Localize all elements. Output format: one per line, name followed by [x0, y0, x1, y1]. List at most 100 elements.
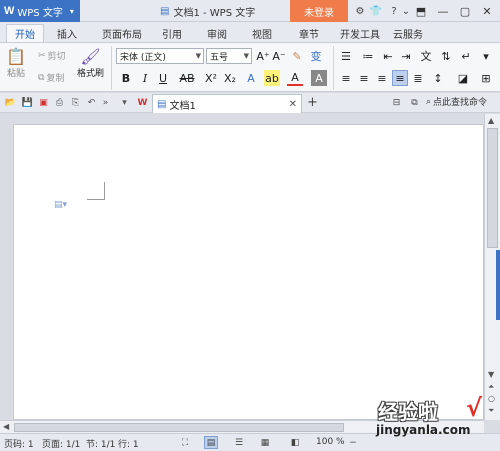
document-icon: ▤ [160, 6, 170, 17]
font-size-select[interactable]: 五号 ▼ [206, 48, 252, 64]
side-panel-tab[interactable] [496, 250, 500, 320]
scroll-up-icon[interactable]: ▲ [488, 116, 494, 125]
shading-icon[interactable]: ◪ [455, 70, 471, 86]
page-view-icon[interactable]: ▤ [204, 436, 218, 449]
borders-icon[interactable]: ⊞ [478, 70, 494, 86]
tab-cloud[interactable]: 云服务 [388, 24, 428, 42]
skin-icon[interactable]: 👕 [369, 3, 383, 19]
underline-icon[interactable]: U [155, 70, 171, 86]
new-tab-icon[interactable]: + [306, 95, 319, 110]
maximize-button[interactable]: ▢ [454, 0, 476, 22]
justify-icon[interactable]: ≡ [392, 70, 408, 86]
select-browse-icon[interactable]: ○ [488, 394, 495, 403]
chevron-down-icon[interactable]: ▾ [118, 96, 131, 109]
superscript-icon[interactable]: X² [203, 70, 219, 86]
scroll-left-icon[interactable]: ◀ [3, 422, 9, 431]
row-number: 行: 1 [118, 440, 139, 450]
numbered-list-icon[interactable]: ≔ [360, 48, 376, 64]
search-icon: ⌕ [426, 96, 432, 107]
tab-chapter[interactable]: 章节 [292, 24, 326, 42]
highlight-icon[interactable]: ab [264, 70, 280, 86]
close-tab-icon[interactable]: ✕ [289, 99, 297, 110]
close-button[interactable]: ✕ [476, 0, 498, 22]
zoom-out-icon[interactable]: − [346, 436, 360, 449]
italic-icon[interactable]: I [137, 70, 153, 86]
prev-page-icon[interactable]: ⏶ [488, 382, 494, 392]
shrink-font-icon[interactable]: A⁻ [271, 48, 287, 64]
text-effect-icon[interactable]: A [243, 70, 259, 86]
subscript-icon[interactable]: X₂ [222, 70, 238, 86]
clipboard-icon: 📋 [6, 47, 26, 66]
fullscreen-icon[interactable]: ⛶ [178, 436, 192, 449]
next-page-icon[interactable]: ⏷ [488, 406, 494, 416]
cut-button[interactable]: ✂ 剪切 [38, 49, 66, 63]
clear-format-icon[interactable]: ✎ [289, 48, 305, 64]
distributed-icon[interactable]: ≣ [410, 70, 426, 86]
align-right-icon[interactable]: ≡ [374, 70, 390, 86]
phonetic-icon[interactable]: 变 [308, 48, 324, 64]
bold-icon[interactable]: B [118, 70, 134, 86]
tab-page-layout[interactable]: 页面布局 [96, 24, 148, 42]
tab-list-icon[interactable]: ⊟ [390, 96, 403, 109]
app-name: WPS 文字 [17, 7, 63, 19]
save-icon[interactable]: 💾 [21, 96, 34, 109]
minimize-button[interactable]: — [432, 0, 454, 22]
app-menu-button[interactable]: W WPS 文字 ▾ [0, 0, 80, 22]
tab-home[interactable]: 开始 [6, 24, 44, 42]
open-icon[interactable]: 📂 [4, 96, 17, 109]
divider [333, 46, 334, 90]
paste-button[interactable]: 📋 粘贴 [6, 47, 26, 79]
grow-font-icon[interactable]: A⁺ [255, 48, 271, 64]
dropdown-icon[interactable]: ▾ [478, 48, 494, 64]
align-left-icon[interactable]: ≡ [338, 70, 354, 86]
login-button[interactable]: 未登录 [290, 0, 348, 22]
tab-references[interactable]: 引用 [155, 24, 189, 42]
increase-indent-icon[interactable]: ⇥ [398, 48, 414, 64]
more-icon[interactable]: » [99, 96, 112, 109]
strikethrough-icon[interactable]: AB [177, 70, 197, 86]
line-spacing-icon[interactable]: ↕ [430, 70, 446, 86]
scroll-thumb[interactable] [14, 423, 344, 432]
chinese-layout-icon[interactable]: 文 [418, 48, 434, 64]
restore-icon[interactable]: ⬒ [410, 0, 432, 22]
align-center-icon[interactable]: ≡ [356, 70, 372, 86]
copy-button[interactable]: ⧉ 复制 [38, 71, 64, 85]
char-shading-icon[interactable]: A [311, 70, 327, 86]
format-painter-button[interactable]: 🖌 格式刷 [77, 47, 104, 79]
scroll-thumb[interactable] [487, 128, 498, 248]
font-name-select[interactable]: 宋体 (正文) ▼ [116, 48, 204, 64]
wps-logo-icon[interactable]: W [136, 96, 149, 109]
page-count: 页面: 1/1 [42, 440, 81, 450]
tab-insert[interactable]: 插入 [50, 24, 84, 42]
export-pdf-icon[interactable]: ▣ [37, 96, 50, 109]
outline-view-icon[interactable]: ☰ [232, 436, 246, 449]
settings-icon[interactable]: ⚙ [353, 3, 367, 19]
tab-view[interactable]: 视图 [245, 24, 279, 42]
read-view-icon[interactable]: ▦ [258, 436, 272, 449]
chevron-down-icon: ▼ [195, 52, 201, 60]
decrease-indent-icon[interactable]: ⇤ [380, 48, 396, 64]
paste-options-icon[interactable]: ▤▾ [54, 200, 67, 210]
print-icon[interactable]: ⎙ [53, 96, 66, 109]
scroll-down-icon[interactable]: ▼ [488, 370, 494, 379]
zoom-level[interactable]: 100 % [316, 437, 345, 447]
web-view-icon[interactable]: ◧ [288, 436, 302, 449]
window-switch-icon[interactable]: ⧉ [408, 96, 421, 109]
document-area: ▤▾ [0, 114, 484, 420]
tab-review[interactable]: 审阅 [200, 24, 234, 42]
document-tab[interactable]: ▤ 文档1 ✕ [152, 94, 302, 113]
status-bar: 页码: 1 页面: 1/1 节: 1/1 行: 1 ⛶ ▤ ☰ ▦ ◧ 100 … [0, 433, 500, 451]
print-preview-icon[interactable]: ⎘ [69, 96, 82, 109]
bullet-list-icon[interactable]: ☰ [338, 48, 354, 64]
document-page[interactable]: ▤▾ [13, 124, 484, 420]
sort-icon[interactable]: ⇅ [438, 48, 454, 64]
undo-icon[interactable]: ↶ [85, 96, 98, 109]
tab-developer[interactable]: 开发工具 [334, 24, 386, 42]
show-marks-icon[interactable]: ↵ [458, 48, 474, 64]
section-count: 节: 1/1 [86, 440, 116, 450]
font-color-icon[interactable]: A [287, 70, 303, 86]
copy-icon: ⧉ [38, 72, 45, 83]
horizontal-scrollbar[interactable]: ◀ [0, 420, 484, 433]
wps-logo-icon: W [4, 5, 15, 17]
search-command[interactable]: ⌕ 点此查找命令 [426, 95, 487, 109]
